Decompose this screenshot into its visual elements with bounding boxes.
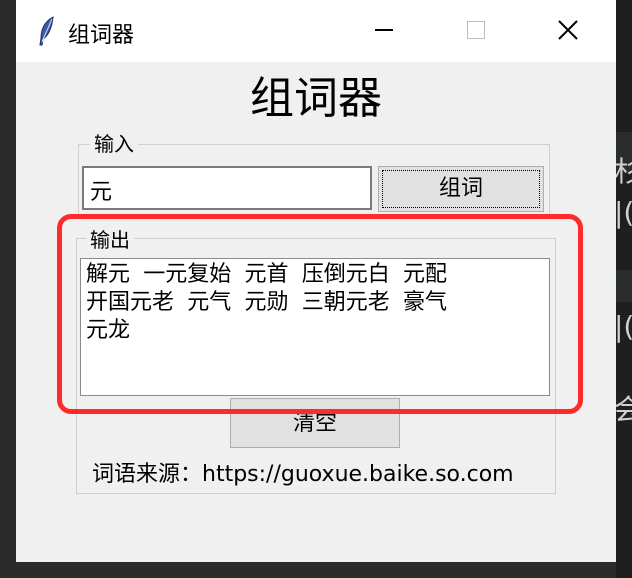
background-fragment: 会 — [614, 393, 632, 426]
output-group-label: 输出 — [86, 224, 134, 253]
clear-button[interactable]: 清空 — [230, 398, 400, 448]
output-textarea[interactable]: 解元 一元复始 元首 压倒元白 元配 开国元老 元气 元勋 三朝元老 豪气 元龙 — [80, 258, 550, 396]
background-strip — [616, 270, 632, 302]
compose-button[interactable]: 组词 — [378, 166, 544, 212]
input-group-label: 输入 — [90, 128, 138, 157]
maximize-button[interactable] — [454, 10, 498, 50]
close-button[interactable] — [546, 10, 590, 50]
word-input[interactable]: 元 — [82, 166, 372, 210]
close-icon — [558, 20, 578, 40]
minimize-icon — [375, 29, 393, 31]
background-fragment: 杉 — [614, 155, 632, 188]
title-bar: 组词器 — [16, 0, 616, 62]
window-title: 组词器 — [68, 23, 135, 48]
maximize-icon — [467, 21, 485, 39]
feather-icon — [39, 16, 54, 46]
source-label: 词语来源：https://guoxue.baike.so.com — [92, 462, 514, 487]
app-window: 组词器 组词器 输入 元 组词 输出 解元 一元复始 元首 压倒元白 元配 开国… — [16, 0, 616, 562]
minimize-button[interactable] — [362, 10, 406, 50]
page-title: 组词器 — [250, 73, 382, 124]
background-fragment: |( — [614, 310, 632, 343]
background-fragment: |( — [614, 196, 632, 229]
